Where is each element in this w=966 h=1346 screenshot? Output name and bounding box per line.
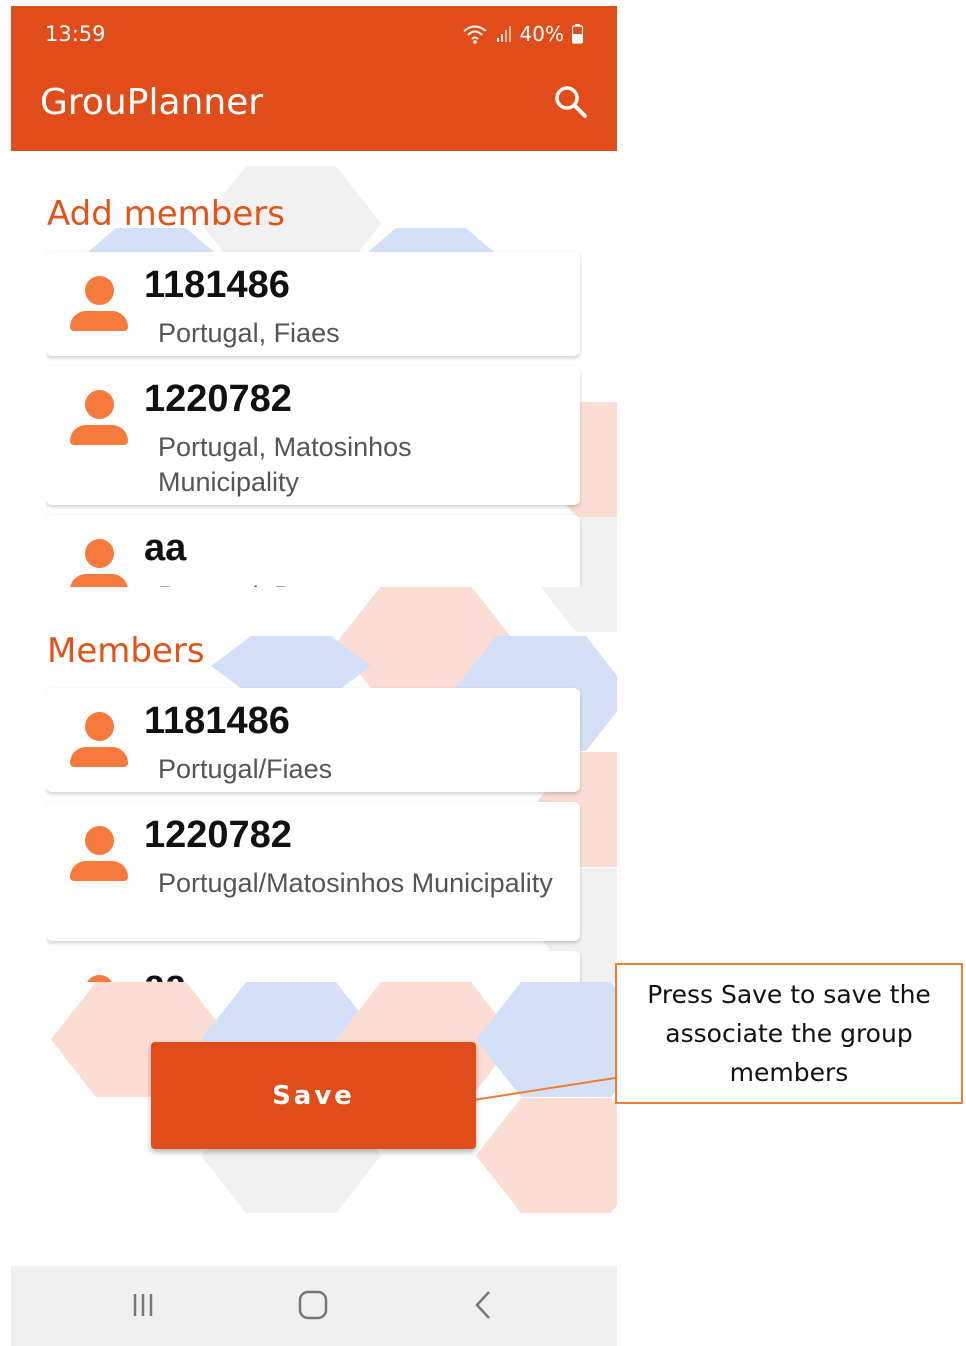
list-item[interactable]: 1220782 Portugal/Matosinhos Municipality — [46, 802, 580, 941]
list-item[interactable]: 1220782 Portugal, Matosinhos Municipalit… — [46, 366, 580, 505]
members-list[interactable]: 1181486 Portugal/Fiaes 1220782 Portugal/… — [46, 686, 582, 982]
status-indicators: 40% — [462, 22, 583, 46]
member-name: 1181486 — [144, 264, 290, 306]
avatar-icon — [70, 539, 128, 587]
member-name: 1181486 — [144, 700, 290, 742]
add-members-title: Add members — [47, 194, 285, 234]
member-location: Portugal, Fiaes — [158, 318, 340, 348]
battery-icon — [572, 24, 583, 44]
back-icon — [475, 1291, 490, 1319]
members-title: Members — [47, 631, 205, 671]
save-button[interactable]: Save — [151, 1042, 476, 1149]
app-title: GrouPlanner — [40, 82, 264, 123]
member-name: aa — [144, 527, 187, 569]
search-button[interactable] — [551, 82, 591, 122]
list-item[interactable]: 1181486 Portugal, Fiaes — [46, 252, 580, 356]
status-time: 13:59 — [45, 22, 106, 46]
member-location: Portugal, Porto — [158, 579, 558, 587]
member-name: aa — [144, 963, 186, 982]
avatar-icon — [70, 712, 128, 768]
member-name: 1220782 — [144, 378, 292, 420]
phone-screen: 13:59 40% GrouPlanner Add members 118148… — [11, 6, 617, 1346]
avatar-icon — [70, 276, 128, 332]
avatar-icon — [70, 975, 128, 982]
signal-icon — [496, 26, 511, 42]
search-icon — [555, 86, 587, 118]
recents-button[interactable] — [113, 1282, 173, 1328]
home-icon — [298, 1290, 328, 1320]
navigation-bar — [11, 1266, 617, 1346]
avatar-icon — [70, 390, 128, 446]
app-bar: 13:59 40% GrouPlanner — [11, 6, 617, 151]
wifi-icon — [462, 25, 487, 44]
list-item[interactable]: 1181486 Portugal/Fiaes — [46, 688, 580, 792]
recents-icon — [133, 1294, 153, 1316]
battery-level: 40% — [519, 22, 564, 46]
member-location: Portugal/Fiaes — [158, 754, 333, 784]
member-location: Portugal/Matosinhos Municipality — [158, 868, 553, 898]
back-button[interactable] — [453, 1282, 513, 1328]
member-location: Portugal, Matosinhos Municipality — [158, 432, 412, 497]
member-name: 1220782 — [144, 814, 292, 856]
home-button[interactable] — [283, 1282, 343, 1328]
list-item[interactable]: aa Portugal, Porto — [46, 515, 580, 587]
add-members-list[interactable]: 1181486 Portugal, Fiaes 1220782 Portugal… — [46, 250, 582, 587]
annotation-text: Press Save to save the associate the gro… — [647, 980, 931, 1087]
annotation-callout: Press Save to save the associate the gro… — [615, 963, 963, 1104]
list-item[interactable]: aa — [46, 951, 580, 982]
avatar-icon — [70, 826, 128, 882]
